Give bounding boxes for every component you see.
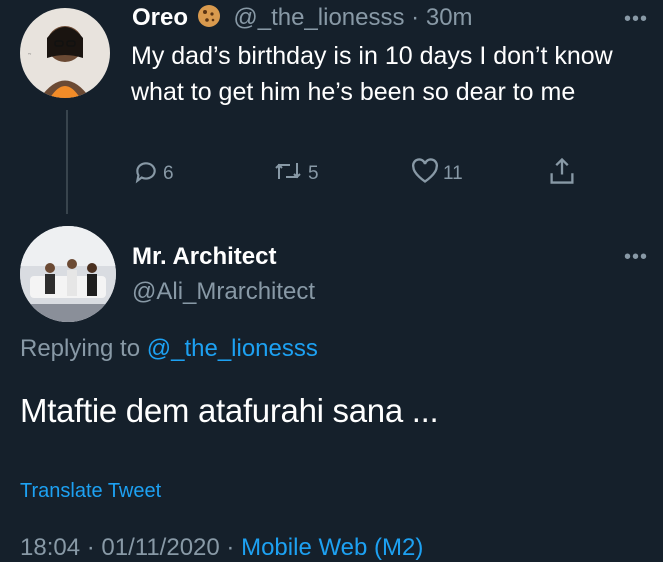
more-options-icon[interactable]: ••• bbox=[624, 8, 648, 31]
replying-handle-link[interactable]: @_the_lionesss bbox=[147, 335, 318, 362]
source-link[interactable]: Mobile Web (M2) bbox=[241, 534, 423, 561]
tweet-text: My dad’s birthday is in 10 days I don’t … bbox=[131, 42, 613, 106]
replying-label: Replying to bbox=[20, 335, 141, 362]
tweet-meta: 18:04 · 01/11/2020 · Mobile Web (M2) bbox=[20, 534, 423, 562]
share-button[interactable] bbox=[548, 156, 576, 192]
like-count: 11 bbox=[443, 163, 463, 184]
avatar[interactable] bbox=[20, 226, 116, 322]
tweet-date: 01/11/2020 bbox=[101, 534, 220, 561]
handle[interactable]: @_the_lionesss bbox=[233, 4, 404, 31]
translate-tweet-link[interactable]: Translate Tweet bbox=[20, 480, 161, 503]
handle[interactable]: @Ali_Mrarchitect bbox=[132, 278, 315, 306]
reply-icon bbox=[133, 158, 159, 190]
tweet-header: Oreo @_the_lionesss · 30m bbox=[132, 3, 473, 36]
timestamp[interactable]: 30m bbox=[426, 4, 473, 31]
thread-line bbox=[66, 110, 68, 214]
display-name[interactable]: Oreo bbox=[132, 4, 188, 31]
retweet-count: 5 bbox=[308, 163, 319, 184]
reply-count: 6 bbox=[163, 163, 174, 184]
separator-dot: · bbox=[86, 534, 95, 561]
more-options-icon[interactable]: ••• bbox=[624, 246, 648, 269]
tweet-time: 18:04 bbox=[20, 534, 81, 561]
share-icon bbox=[548, 156, 576, 192]
like-button[interactable]: 11 bbox=[411, 158, 463, 190]
tweet-text: Mtaftie dem atafurahi sana ... bbox=[20, 392, 439, 429]
separator-dot: · bbox=[226, 534, 235, 561]
replying-to: Replying to @_the_lionesss bbox=[20, 335, 318, 363]
reply-button[interactable]: 6 bbox=[133, 158, 174, 190]
separator-dot: · bbox=[411, 4, 420, 31]
display-name[interactable]: Mr. Architect bbox=[132, 243, 276, 271]
avatar[interactable]: ~ bbox=[20, 8, 110, 98]
retweet-icon bbox=[272, 158, 304, 190]
retweet-button[interactable]: 5 bbox=[272, 158, 319, 190]
heart-icon bbox=[411, 158, 439, 190]
cookie-icon bbox=[197, 4, 221, 36]
